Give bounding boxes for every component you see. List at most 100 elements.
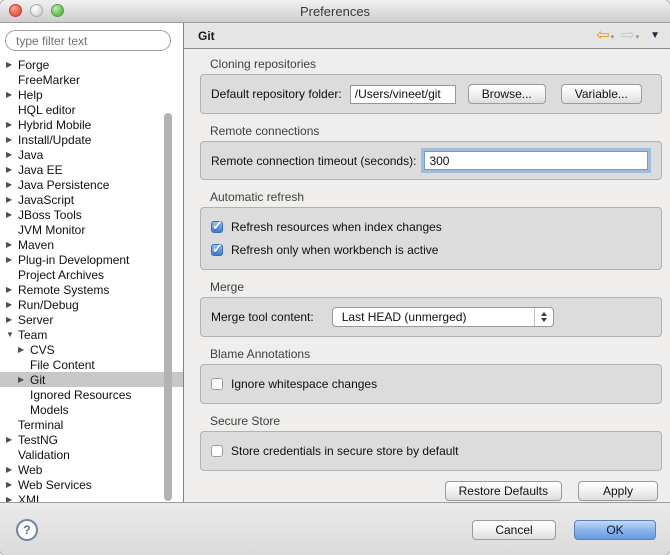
- sidebar-item-terminal[interactable]: Terminal: [0, 417, 183, 432]
- sidebar-item-freemarker[interactable]: FreeMarker: [0, 72, 183, 87]
- tree-label: Plug-in Development: [18, 253, 129, 267]
- repo-folder-label: Default repository folder:: [211, 87, 342, 101]
- sidebar-item-run-debug[interactable]: Run/Debug: [0, 297, 183, 312]
- sidebar-item-maven[interactable]: Maven: [0, 237, 183, 252]
- forward-dropdown-icon[interactable]: [636, 33, 640, 41]
- merge-tool-dropdown[interactable]: Last HEAD (unmerged): [332, 307, 554, 327]
- tree-label: FreeMarker: [18, 73, 80, 87]
- filter-input[interactable]: [5, 30, 171, 51]
- checkbox-store-credentials[interactable]: Store credentials in secure store by def…: [211, 444, 651, 458]
- disclosure-triangle-icon[interactable]: [6, 162, 18, 177]
- checkbox-checked-icon: [211, 244, 223, 256]
- disclosure-triangle-icon[interactable]: [6, 207, 18, 222]
- view-menu-icon[interactable]: [650, 30, 660, 41]
- back-dropdown-icon[interactable]: [611, 33, 615, 41]
- tree-label: File Content: [30, 358, 95, 372]
- panel-content: Cloning repositories Default repository …: [184, 49, 670, 502]
- forward-arrow-icon[interactable]: [621, 27, 634, 45]
- disclosure-triangle-icon[interactable]: [6, 237, 18, 252]
- sidebar-item-java-ee[interactable]: Java EE: [0, 162, 183, 177]
- sidebar-item-cvs[interactable]: CVS: [0, 342, 183, 357]
- checkbox-label: Ignore whitespace changes: [231, 377, 377, 391]
- sidebar-item-help[interactable]: Help: [0, 87, 183, 102]
- disclosure-triangle-icon[interactable]: [6, 192, 18, 207]
- variable-button[interactable]: Variable...: [561, 84, 642, 104]
- title-bar[interactable]: Preferences: [0, 0, 670, 23]
- cancel-button[interactable]: Cancel: [472, 520, 556, 540]
- checkbox-unchecked-icon: [211, 445, 223, 457]
- sidebar-item-hql-editor[interactable]: HQL editor: [0, 102, 183, 117]
- disclosure-triangle-icon[interactable]: [6, 492, 18, 502]
- checkbox-ignore-whitespace[interactable]: Ignore whitespace changes: [211, 377, 651, 391]
- sidebar-item-install-update[interactable]: Install/Update: [0, 132, 183, 147]
- disclosure-triangle-icon[interactable]: [6, 132, 18, 147]
- close-button[interactable]: [9, 4, 22, 17]
- disclosure-triangle-icon[interactable]: [6, 117, 18, 132]
- sidebar-item-java[interactable]: Java: [0, 147, 183, 162]
- tree-label: Terminal: [18, 418, 63, 432]
- sidebar-item-ignored-resources[interactable]: Ignored Resources: [0, 387, 183, 402]
- disclosure-triangle-icon[interactable]: [6, 87, 18, 102]
- sidebar-item-jboss-tools[interactable]: JBoss Tools: [0, 207, 183, 222]
- secure-groupbox: Store credentials in secure store by def…: [200, 431, 662, 471]
- dropdown-arrows-icon: [534, 308, 553, 326]
- sidebar-item-plugin-development[interactable]: Plug-in Development: [0, 252, 183, 267]
- sidebar-item-git[interactable]: Git: [0, 372, 183, 387]
- disclosure-triangle-icon[interactable]: [18, 342, 30, 357]
- disclosure-triangle-icon[interactable]: [6, 327, 18, 342]
- sidebar-item-jvm-monitor[interactable]: JVM Monitor: [0, 222, 183, 237]
- checkbox-refresh-index[interactable]: Refresh resources when index changes: [211, 220, 651, 234]
- sidebar-item-remote-systems[interactable]: Remote Systems: [0, 282, 183, 297]
- disclosure-triangle-icon[interactable]: [6, 432, 18, 447]
- sidebar-item-testng[interactable]: TestNG: [0, 432, 183, 447]
- sidebar-scrollbar[interactable]: [164, 113, 172, 501]
- tree-label: Run/Debug: [18, 298, 79, 312]
- apply-button[interactable]: Apply: [578, 481, 658, 501]
- checkbox-refresh-workbench[interactable]: Refresh only when workbench is active: [211, 243, 651, 257]
- disclosure-triangle-icon[interactable]: [6, 177, 18, 192]
- disclosure-triangle-icon[interactable]: [6, 312, 18, 327]
- disclosure-triangle-icon[interactable]: [6, 57, 18, 72]
- tree-label: Project Archives: [18, 268, 104, 282]
- timeout-input[interactable]: [424, 151, 648, 170]
- ok-button[interactable]: OK: [574, 520, 656, 540]
- disclosure-triangle-icon[interactable]: [6, 462, 18, 477]
- sidebar-item-server[interactable]: Server: [0, 312, 183, 327]
- section-title-refresh: Automatic refresh: [210, 190, 670, 204]
- browse-button[interactable]: Browse...: [468, 84, 546, 104]
- zoom-button[interactable]: [51, 4, 64, 17]
- cloning-groupbox: Default repository folder: Browse... Var…: [200, 74, 662, 114]
- disclosure-triangle-icon[interactable]: [6, 147, 18, 162]
- disclosure-triangle-icon[interactable]: [6, 252, 18, 267]
- tree-label: Hybrid Mobile: [18, 118, 91, 132]
- sidebar-item-file-content[interactable]: File Content: [0, 357, 183, 372]
- tree-label: Java: [18, 148, 43, 162]
- sidebar-item-project-archives[interactable]: Project Archives: [0, 267, 183, 282]
- tree-label: Forge: [18, 58, 49, 72]
- sidebar-item-web-services[interactable]: Web Services: [0, 477, 183, 492]
- checkbox-unchecked-icon: [211, 378, 223, 390]
- disclosure-triangle-icon[interactable]: [6, 477, 18, 492]
- sidebar-item-java-persistence[interactable]: Java Persistence: [0, 177, 183, 192]
- checkbox-label: Refresh only when workbench is active: [231, 243, 438, 257]
- sidebar-item-forge[interactable]: Forge: [0, 57, 183, 72]
- blame-groupbox: Ignore whitespace changes: [200, 364, 662, 404]
- window-title: Preferences: [0, 4, 670, 19]
- sidebar-item-hybrid-mobile[interactable]: Hybrid Mobile: [0, 117, 183, 132]
- sidebar-item-xml[interactable]: XML: [0, 492, 183, 502]
- help-button[interactable]: ?: [16, 519, 38, 541]
- repo-folder-input[interactable]: [350, 85, 456, 104]
- disclosure-triangle-icon[interactable]: [6, 297, 18, 312]
- minimize-button[interactable]: [30, 4, 43, 17]
- sidebar-item-team[interactable]: Team: [0, 327, 183, 342]
- disclosure-triangle-icon[interactable]: [6, 282, 18, 297]
- sidebar-item-javascript[interactable]: JavaScript: [0, 192, 183, 207]
- disclosure-triangle-icon[interactable]: [18, 372, 30, 387]
- sidebar-item-validation[interactable]: Validation: [0, 447, 183, 462]
- restore-defaults-button[interactable]: Restore Defaults: [445, 481, 562, 501]
- tree-label: Models: [30, 403, 69, 417]
- sidebar-item-web[interactable]: Web: [0, 462, 183, 477]
- back-arrow-icon[interactable]: [596, 27, 609, 45]
- tree-label: TestNG: [18, 433, 58, 447]
- sidebar-item-models[interactable]: Models: [0, 402, 183, 417]
